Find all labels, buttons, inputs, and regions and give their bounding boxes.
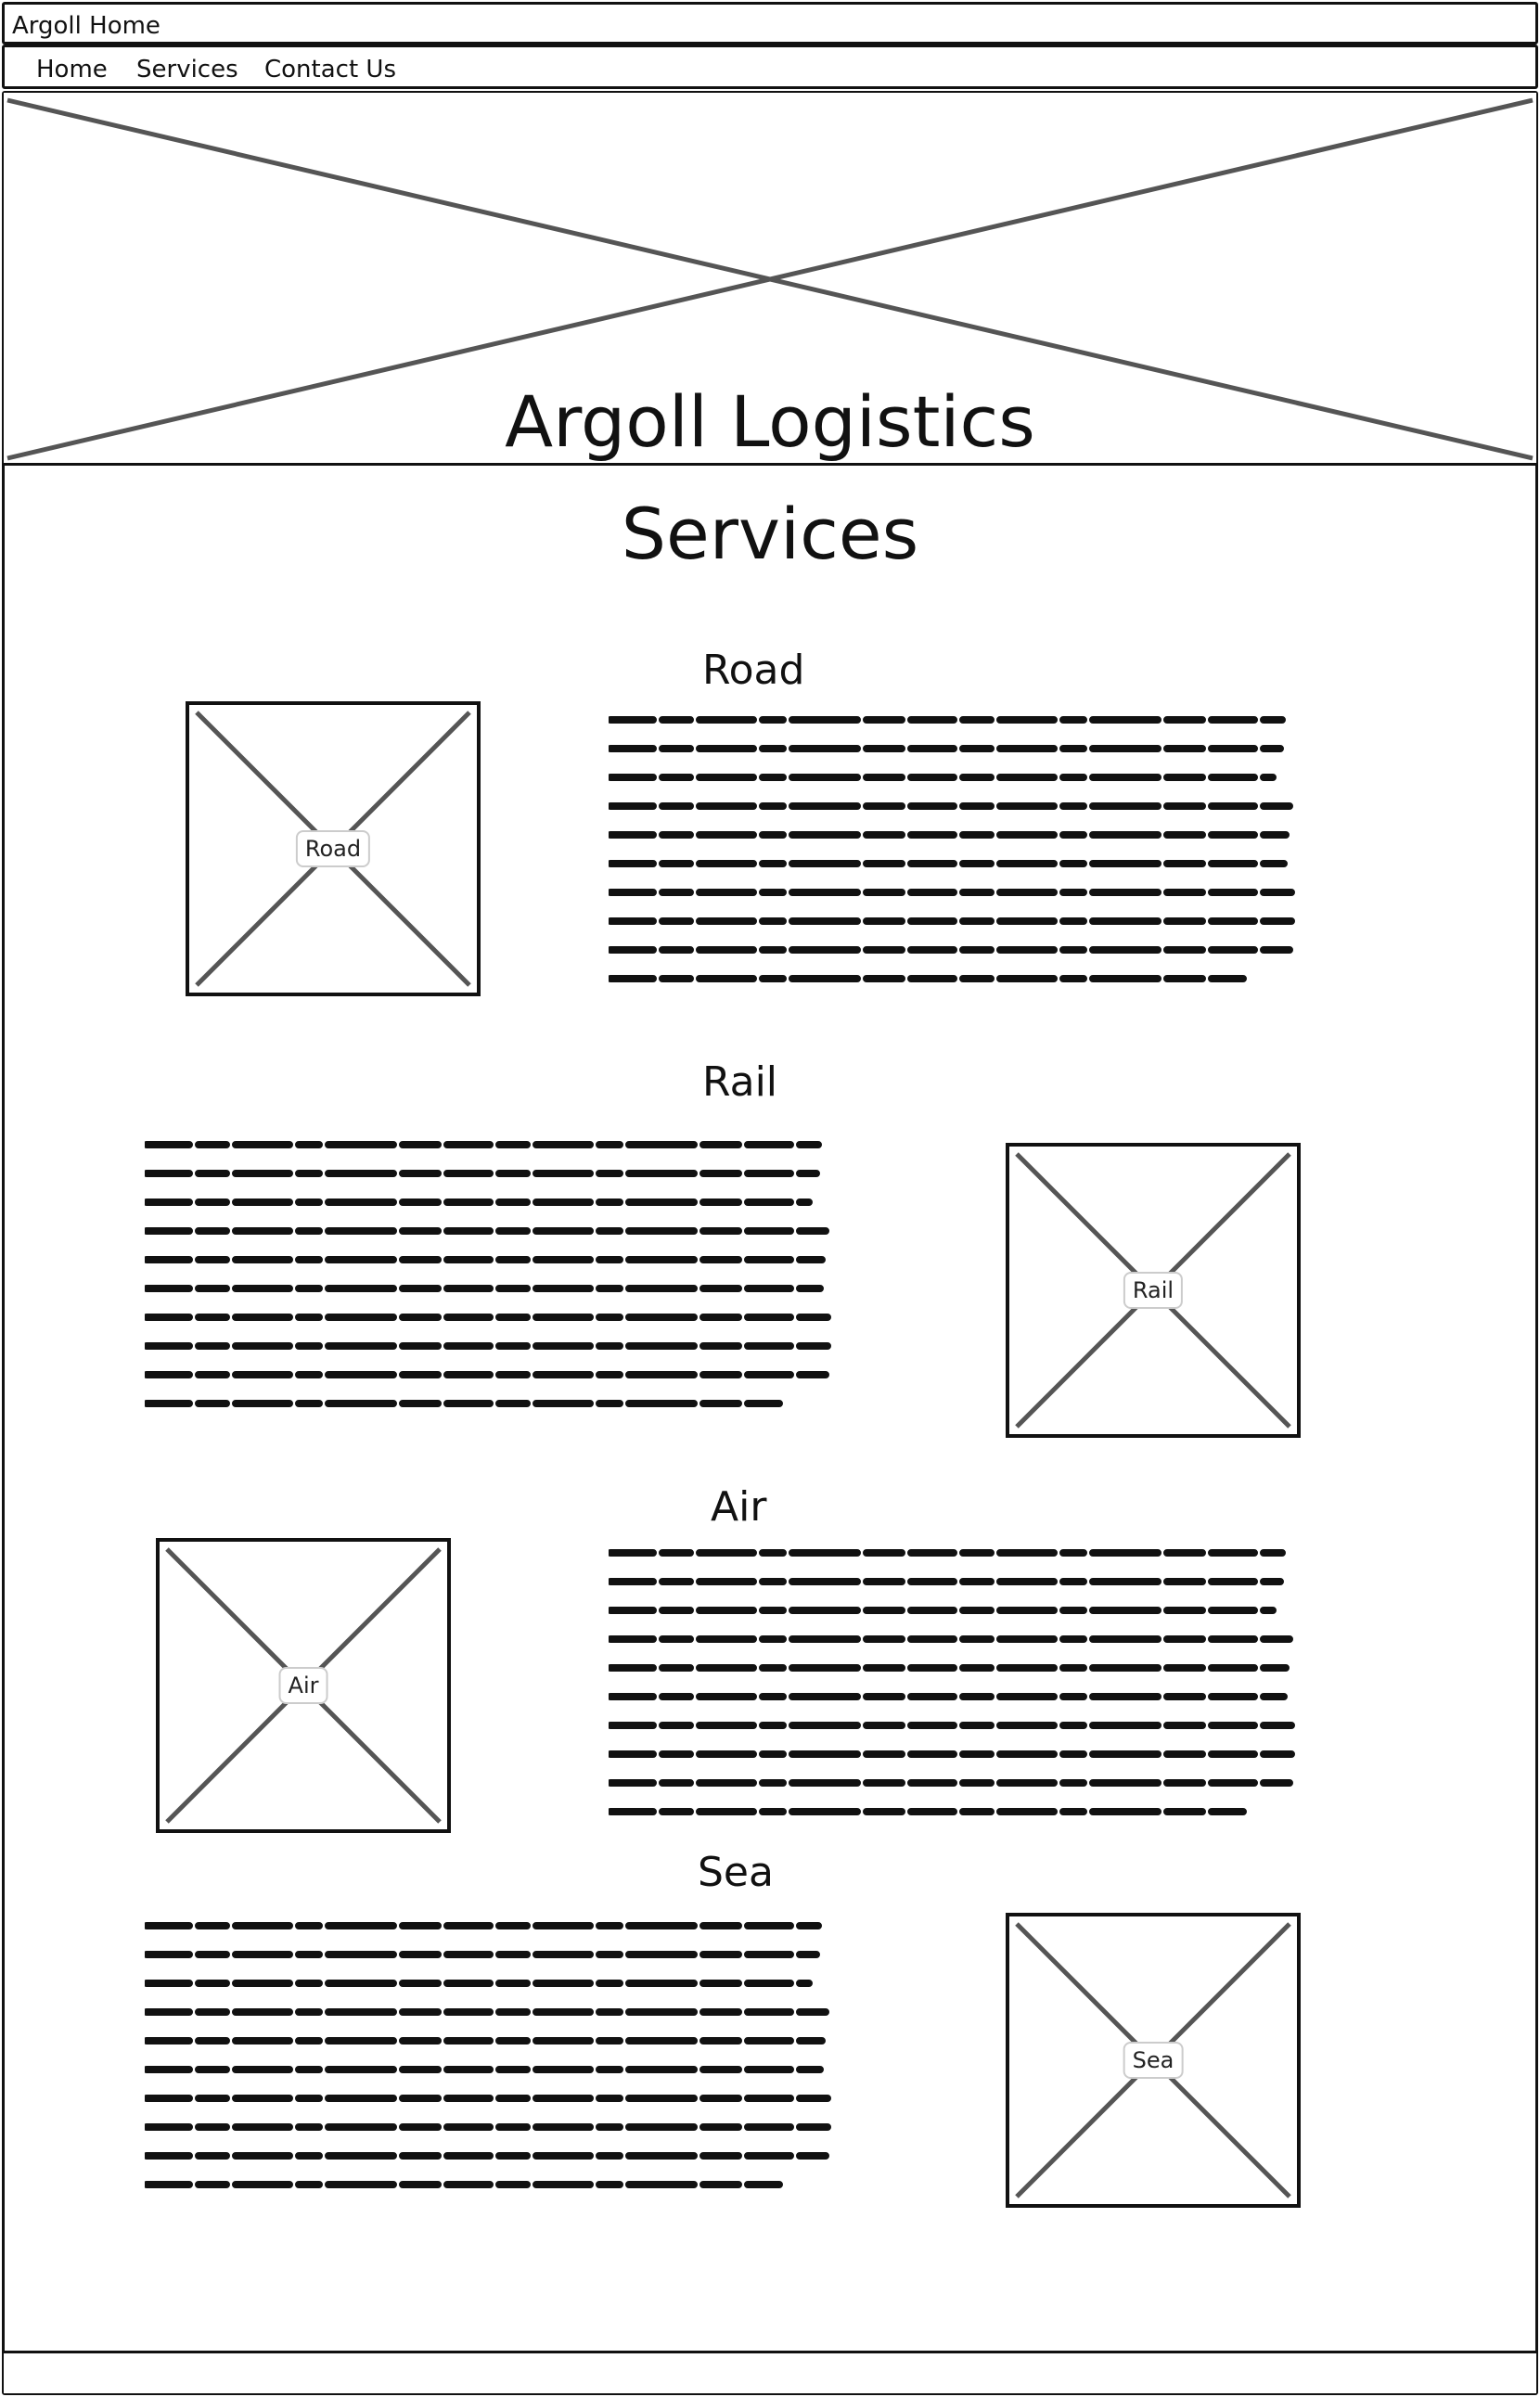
text-placeholder-road	[609, 716, 1299, 982]
service-image-label-air: Air	[278, 1667, 328, 1704]
service-image-label-road: Road	[295, 830, 371, 867]
service-heading-road: Road	[702, 647, 805, 694]
service-image-air: Air	[156, 1538, 451, 1833]
service-image-road: Road	[186, 701, 481, 996]
text-placeholder-sea	[145, 1922, 835, 2188]
service-heading-sea: Sea	[698, 1849, 774, 1896]
service-image-sea: Sea	[1006, 1913, 1301, 2208]
text-placeholder-air	[609, 1549, 1299, 1815]
nav-item-contact-us[interactable]: Contact Us	[264, 57, 396, 83]
service-heading-air: Air	[711, 1483, 767, 1531]
page-title: Services	[621, 493, 919, 575]
nav-item-services[interactable]: Services	[136, 57, 238, 83]
service-heading-rail: Rail	[702, 1058, 778, 1106]
service-image-label-sea: Sea	[1123, 2042, 1184, 2079]
footer-bar	[4, 2351, 1536, 2393]
hero-title: Argoll Logistics	[505, 380, 1035, 463]
window-title: Argoll Home	[12, 12, 160, 40]
nav-item-home[interactable]: Home	[36, 57, 108, 83]
service-image-label-rail: Rail	[1123, 1272, 1184, 1309]
window-titlebar: Argoll Home	[2, 2, 1538, 45]
text-placeholder-rail	[145, 1141, 835, 1407]
nav-bar: Home Services Contact Us	[2, 45, 1538, 89]
service-image-rail: Rail	[1006, 1143, 1301, 1438]
